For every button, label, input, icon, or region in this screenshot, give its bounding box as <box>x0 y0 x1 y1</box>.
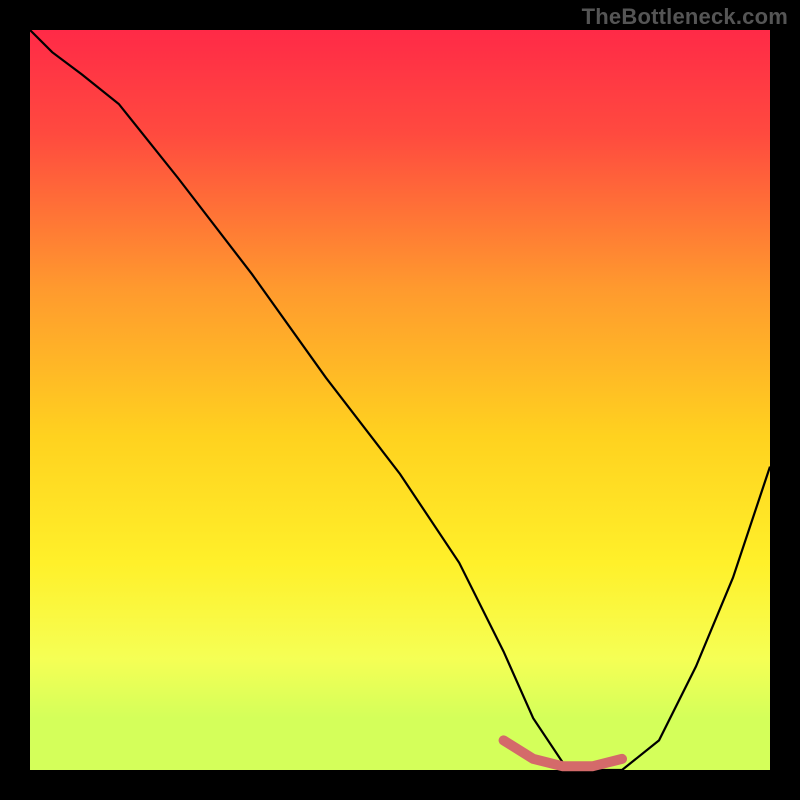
plot-background <box>30 30 770 770</box>
watermark-text: TheBottleneck.com <box>582 4 788 30</box>
chart-svg <box>0 0 800 800</box>
chart-frame: TheBottleneck.com <box>0 0 800 800</box>
